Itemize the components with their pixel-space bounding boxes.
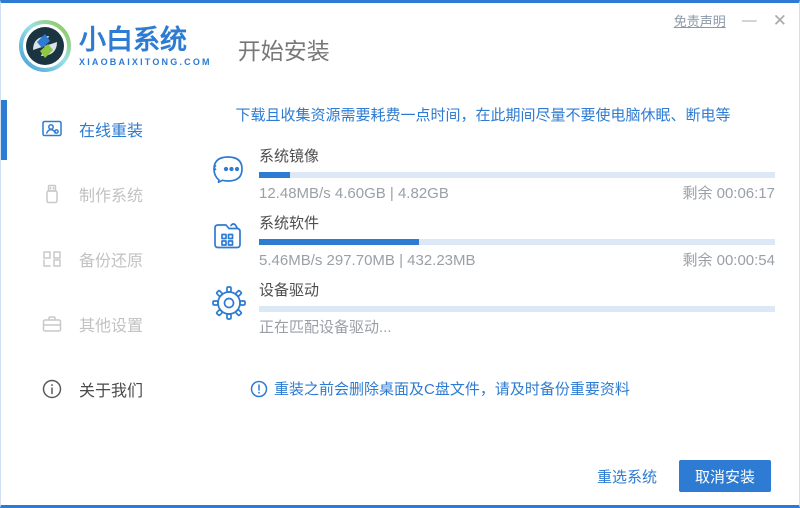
task-remaining: 剩余 00:00:54 bbox=[682, 252, 775, 269]
backup-note: 重装之前会删除桌面及C盘文件，请及时备份重要资料 bbox=[191, 378, 775, 399]
page-title: 开始安装 bbox=[237, 37, 330, 64]
task-stats: 正在匹配设备驱动... bbox=[259, 319, 392, 336]
sidebar-item-online-reinstall[interactable]: 在线重装 bbox=[1, 96, 191, 161]
header: 小白系统 XIAOBAIXITONG.COM 开始安装 免责声明 — ✕ bbox=[1, 3, 799, 88]
task-remaining: 剩余 00:06:17 bbox=[682, 185, 775, 202]
info-circle-icon bbox=[41, 378, 63, 400]
cancel-install-button[interactable]: 取消安装 bbox=[679, 460, 771, 492]
app-window: 小白系统 XIAOBAIXITONG.COM 开始安装 免责声明 — ✕ 在线重… bbox=[0, 0, 800, 508]
progress-fill bbox=[259, 172, 290, 178]
main-content: 下载且收集资源需要耗费一点时间，在此期间尽量不要使电脑休眠、断电等 系统镜像 1… bbox=[191, 88, 799, 421]
disclaimer-link[interactable]: 免责声明 bbox=[674, 11, 726, 30]
app-logo: 小白系统 XIAOBAIXITONG.COM bbox=[19, 19, 212, 72]
task-title: 系统软件 bbox=[259, 215, 320, 232]
window-controls: 免责声明 — ✕ bbox=[674, 11, 787, 30]
task-stats: 12.48MB/s 4.60GB | 4.82GB bbox=[259, 185, 449, 202]
logo-text: 小白系统 XIAOBAIXITONG.COM bbox=[79, 25, 212, 67]
footer: 重选系统 取消安装 bbox=[597, 447, 799, 505]
sidebar: 在线重装 制作系统 备份还原 其他设置 关于我们 bbox=[1, 88, 191, 421]
sidebar-item-label: 关于我们 bbox=[79, 382, 144, 400]
close-icon[interactable]: ✕ bbox=[773, 12, 787, 29]
sidebar-item-label: 备份还原 bbox=[79, 252, 144, 270]
monitor-user-icon bbox=[41, 118, 63, 140]
logo-icon bbox=[19, 19, 71, 72]
progress-fill bbox=[259, 239, 419, 245]
sidebar-item-backup-restore[interactable]: 备份还原 bbox=[1, 226, 191, 291]
backup-blocks-icon bbox=[41, 248, 63, 270]
briefcase-icon bbox=[41, 313, 63, 335]
task-device-driver: 设备驱动 正在匹配设备驱动... bbox=[191, 281, 775, 338]
task-list: 系统镜像 12.48MB/s 4.60GB | 4.82GB 剩余 00:06:… bbox=[191, 147, 775, 338]
task-system-software: 系统软件 5.46MB/s 297.70MB | 432.23MB 剩余 00:… bbox=[191, 214, 775, 271]
brand-domain: XIAOBAIXITONG.COM bbox=[79, 56, 212, 67]
progress-bar bbox=[259, 239, 775, 245]
body: 在线重装 制作系统 备份还原 其他设置 关于我们 下载且收集资源需要耗费一点时间… bbox=[1, 88, 799, 421]
sidebar-item-about-us[interactable]: 关于我们 bbox=[1, 356, 191, 421]
progress-bar bbox=[259, 172, 775, 178]
sidebar-item-label: 在线重装 bbox=[79, 122, 144, 140]
sidebar-item-label: 其他设置 bbox=[79, 317, 144, 335]
face-icon bbox=[213, 156, 243, 184]
sidebar-item-other-settings[interactable]: 其他设置 bbox=[1, 291, 191, 356]
sidebar-item-make-system[interactable]: 制作系统 bbox=[1, 161, 191, 226]
alert-circle-icon bbox=[250, 380, 268, 397]
minimize-icon[interactable]: — bbox=[742, 12, 757, 29]
brand-name: 小白系统 bbox=[79, 24, 187, 55]
reselect-system-button[interactable]: 重选系统 bbox=[597, 466, 657, 487]
task-title: 设备驱动 bbox=[259, 282, 320, 299]
folder-grid-icon bbox=[214, 223, 241, 249]
task-title: 系统镜像 bbox=[259, 148, 320, 165]
usb-drive-icon bbox=[41, 183, 63, 205]
warning-text: 下载且收集资源需要耗费一点时间，在此期间尽量不要使电脑休眠、断电等 bbox=[235, 107, 731, 124]
task-system-image: 系统镜像 12.48MB/s 4.60GB | 4.82GB 剩余 00:06:… bbox=[191, 147, 775, 204]
note-text: 重装之前会删除桌面及C盘文件，请及时备份重要资料 bbox=[274, 381, 630, 398]
task-stats: 5.46MB/s 297.70MB | 432.23MB bbox=[259, 252, 476, 269]
sidebar-item-label: 制作系统 bbox=[79, 187, 144, 205]
gear-icon bbox=[212, 286, 246, 320]
progress-bar bbox=[259, 306, 775, 312]
